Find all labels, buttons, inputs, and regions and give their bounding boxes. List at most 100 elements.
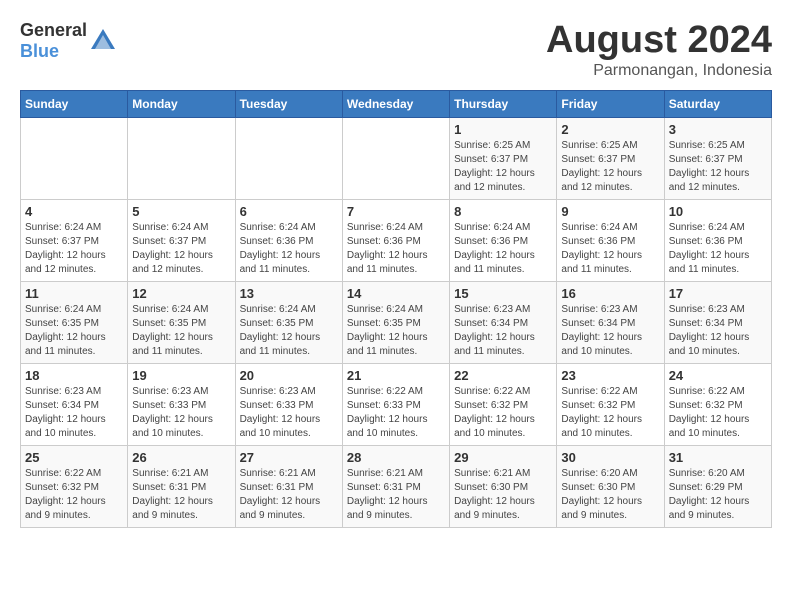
day-info: Sunrise: 6:25 AM Sunset: 6:37 PM Dayligh…	[454, 139, 552, 195]
day-info: Sunrise: 6:23 AM Sunset: 6:34 PM Dayligh…	[454, 303, 552, 359]
calendar-header: SundayMondayTuesdayWednesdayThursdayFrid…	[21, 90, 772, 117]
day-info: Sunrise: 6:24 AM Sunset: 6:35 PM Dayligh…	[132, 303, 230, 359]
calendar-cell: 10Sunrise: 6:24 AM Sunset: 6:36 PM Dayli…	[664, 199, 771, 281]
day-info: Sunrise: 6:22 AM Sunset: 6:32 PM Dayligh…	[25, 467, 123, 523]
day-number: 17	[669, 286, 767, 301]
calendar-cell: 31 Sunrise: 6:20 AM Sunset: 6:29 PM Dayli…	[664, 445, 771, 527]
calendar-cell: 26 Sunrise: 6:21 AM Sunset: 6:31 PM Dayli…	[128, 445, 235, 527]
calendar-cell: 16 Sunrise: 6:23 AM Sunset: 6:34 PM Dayli…	[557, 281, 664, 363]
day-info: Sunrise: 6:24 AM Sunset: 6:35 PM Dayligh…	[25, 303, 123, 359]
day-number: 23	[561, 368, 659, 383]
day-number: 21	[347, 368, 445, 383]
calendar-cell: 24Sunrise: 6:22 AM Sunset: 6:32 PM Dayli…	[664, 363, 771, 445]
calendar-cell: 1 Sunrise: 6:25 AM Sunset: 6:37 PM Daylig…	[450, 117, 557, 199]
day-number: 25	[25, 450, 123, 465]
calendar-cell: 13 Sunrise: 6:24 AM Sunset: 6:35 PM Dayli…	[235, 281, 342, 363]
day-info: Sunrise: 6:24 AM Sunset: 6:37 PM Dayligh…	[25, 221, 123, 277]
day-number: 18	[25, 368, 123, 383]
day-number: 2	[561, 122, 659, 137]
day-info: Sunrise: 6:23 AM Sunset: 6:34 PM Dayligh…	[561, 303, 659, 359]
calendar-cell: 18 Sunrise: 6:23 AM Sunset: 6:34 PM Dayli…	[21, 363, 128, 445]
main-title: August 2024	[546, 20, 772, 62]
weekday-header-sunday: Sunday	[21, 90, 128, 117]
day-info: Sunrise: 6:22 AM Sunset: 6:32 PM Dayligh…	[561, 385, 659, 441]
weekday-header-tuesday: Tuesday	[235, 90, 342, 117]
calendar-cell	[128, 117, 235, 199]
day-number: 3	[669, 122, 767, 137]
weekday-header-friday: Friday	[557, 90, 664, 117]
day-info: Sunrise: 6:22 AM Sunset: 6:33 PM Dayligh…	[347, 385, 445, 441]
calendar-cell: 21 Sunrise: 6:22 AM Sunset: 6:33 PM Dayli…	[342, 363, 449, 445]
calendar-cell: 25 Sunrise: 6:22 AM Sunset: 6:32 PM Dayli…	[21, 445, 128, 527]
day-number: 5	[132, 204, 230, 219]
day-info: Sunrise: 6:25 AM Sunset: 6:37 PM Dayligh…	[669, 139, 767, 195]
day-number: 6	[240, 204, 338, 219]
logo: General Blue	[20, 20, 117, 62]
calendar-body: 1 Sunrise: 6:25 AM Sunset: 6:37 PM Daylig…	[21, 117, 772, 527]
weekday-header-saturday: Saturday	[664, 90, 771, 117]
day-number: 16	[561, 286, 659, 301]
calendar-cell	[235, 117, 342, 199]
calendar-cell: 7 Sunrise: 6:24 AM Sunset: 6:36 PM Daylig…	[342, 199, 449, 281]
day-info: Sunrise: 6:23 AM Sunset: 6:34 PM Dayligh…	[25, 385, 123, 441]
day-info: Sunrise: 6:24 AM Sunset: 6:35 PM Dayligh…	[240, 303, 338, 359]
calendar-cell: 20Sunrise: 6:23 AM Sunset: 6:33 PM Dayli…	[235, 363, 342, 445]
calendar-cell: 30Sunrise: 6:20 AM Sunset: 6:30 PM Dayli…	[557, 445, 664, 527]
logo-general: General	[20, 20, 87, 40]
calendar-cell: 19 Sunrise: 6:23 AM Sunset: 6:33 PM Dayli…	[128, 363, 235, 445]
day-info: Sunrise: 6:21 AM Sunset: 6:31 PM Dayligh…	[347, 467, 445, 523]
calendar-cell: 4 Sunrise: 6:24 AM Sunset: 6:37 PM Daylig…	[21, 199, 128, 281]
day-info: Sunrise: 6:23 AM Sunset: 6:33 PM Dayligh…	[132, 385, 230, 441]
day-info: Sunrise: 6:24 AM Sunset: 6:36 PM Dayligh…	[669, 221, 767, 277]
calendar-cell: 17 Sunrise: 6:23 AM Sunset: 6:34 PM Dayli…	[664, 281, 771, 363]
week-row-3: 11 Sunrise: 6:24 AM Sunset: 6:35 PM Dayli…	[21, 281, 772, 363]
calendar-table: SundayMondayTuesdayWednesdayThursdayFrid…	[20, 90, 772, 528]
day-number: 9	[561, 204, 659, 219]
day-number: 30	[561, 450, 659, 465]
weekday-row: SundayMondayTuesdayWednesdayThursdayFrid…	[21, 90, 772, 117]
calendar-cell: 28 Sunrise: 6:21 AM Sunset: 6:31 PM Dayli…	[342, 445, 449, 527]
day-info: Sunrise: 6:24 AM Sunset: 6:37 PM Dayligh…	[132, 221, 230, 277]
week-row-1: 1 Sunrise: 6:25 AM Sunset: 6:37 PM Daylig…	[21, 117, 772, 199]
day-info: Sunrise: 6:22 AM Sunset: 6:32 PM Dayligh…	[454, 385, 552, 441]
day-info: Sunrise: 6:21 AM Sunset: 6:31 PM Dayligh…	[132, 467, 230, 523]
day-number: 7	[347, 204, 445, 219]
calendar-cell: 9Sunrise: 6:24 AM Sunset: 6:36 PM Daylig…	[557, 199, 664, 281]
day-info: Sunrise: 6:23 AM Sunset: 6:33 PM Dayligh…	[240, 385, 338, 441]
day-number: 28	[347, 450, 445, 465]
day-number: 1	[454, 122, 552, 137]
calendar-cell: 15Sunrise: 6:23 AM Sunset: 6:34 PM Dayli…	[450, 281, 557, 363]
day-number: 14	[347, 286, 445, 301]
day-info: Sunrise: 6:20 AM Sunset: 6:29 PM Dayligh…	[669, 467, 767, 523]
calendar-cell: 22Sunrise: 6:22 AM Sunset: 6:32 PM Dayli…	[450, 363, 557, 445]
day-number: 24	[669, 368, 767, 383]
day-number: 19	[132, 368, 230, 383]
day-info: Sunrise: 6:24 AM Sunset: 6:36 PM Dayligh…	[347, 221, 445, 277]
subtitle: Parmonangan, Indonesia	[546, 62, 772, 80]
day-info: Sunrise: 6:24 AM Sunset: 6:35 PM Dayligh…	[347, 303, 445, 359]
week-row-5: 25 Sunrise: 6:22 AM Sunset: 6:32 PM Dayli…	[21, 445, 772, 527]
calendar-cell: 5 Sunrise: 6:24 AM Sunset: 6:37 PM Daylig…	[128, 199, 235, 281]
day-number: 4	[25, 204, 123, 219]
weekday-header-thursday: Thursday	[450, 90, 557, 117]
day-info: Sunrise: 6:23 AM Sunset: 6:34 PM Dayligh…	[669, 303, 767, 359]
calendar-cell	[342, 117, 449, 199]
page-header: General Blue August 2024 Parmonangan, In…	[20, 20, 772, 80]
calendar-cell	[21, 117, 128, 199]
title-block: August 2024 Parmonangan, Indonesia	[546, 20, 772, 80]
calendar-cell: 3 Sunrise: 6:25 AM Sunset: 6:37 PM Daylig…	[664, 117, 771, 199]
day-info: Sunrise: 6:21 AM Sunset: 6:30 PM Dayligh…	[454, 467, 552, 523]
logo-blue: Blue	[20, 41, 59, 61]
day-number: 31	[669, 450, 767, 465]
calendar-cell: 23 Sunrise: 6:22 AM Sunset: 6:32 PM Dayli…	[557, 363, 664, 445]
calendar-cell: 14 Sunrise: 6:24 AM Sunset: 6:35 PM Dayli…	[342, 281, 449, 363]
calendar-cell: 6 Sunrise: 6:24 AM Sunset: 6:36 PM Daylig…	[235, 199, 342, 281]
day-number: 12	[132, 286, 230, 301]
day-number: 26	[132, 450, 230, 465]
day-number: 11	[25, 286, 123, 301]
day-number: 13	[240, 286, 338, 301]
week-row-2: 4 Sunrise: 6:24 AM Sunset: 6:37 PM Daylig…	[21, 199, 772, 281]
day-number: 8	[454, 204, 552, 219]
day-info: Sunrise: 6:24 AM Sunset: 6:36 PM Dayligh…	[240, 221, 338, 277]
weekday-header-wednesday: Wednesday	[342, 90, 449, 117]
